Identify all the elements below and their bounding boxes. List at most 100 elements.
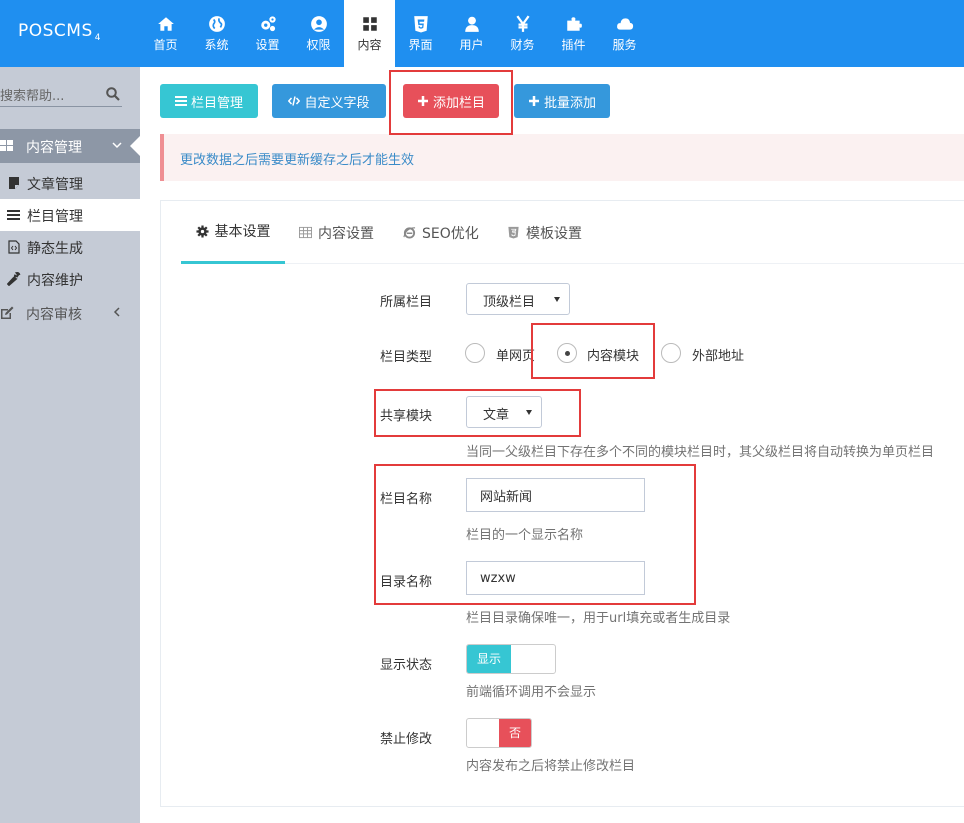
sidebar-item-maintenance[interactable]: 内容维护 (0, 263, 140, 295)
alert-text: 更改数据之后需要更新缓存之后才能生效 (180, 153, 415, 168)
plus-icon (417, 96, 428, 106)
sidebar-item-static[interactable]: 静态生成 (0, 231, 140, 263)
help-search[interactable]: 搜索帮助... (0, 81, 122, 107)
switch-on-label: 显示 (467, 645, 511, 673)
radio-label: 单网页 (496, 349, 536, 364)
radio-label: 外部地址 (692, 349, 745, 364)
wrench-icon (7, 272, 21, 286)
button-label: 栏目管理 (190, 95, 243, 111)
switch-off-label: 否 (499, 719, 531, 747)
directory-name-label: 目录名称 (380, 575, 433, 590)
custom-fields-button[interactable]: 自定义字段 (272, 84, 386, 118)
nav-item-content[interactable]: 内容 (344, 0, 395, 67)
form-tabs: 基本设置 内容设置 SEO优化 模板设置 (181, 201, 964, 264)
display-status-help: 前端循环调用不会显示 (466, 685, 597, 700)
nav-item-home[interactable]: 首页 (140, 0, 191, 67)
tab-label: 内容设置 (318, 225, 374, 242)
shared-module-select[interactable]: 文章 (466, 396, 542, 428)
top-navbar: POSCMS 4 首页 系统 设置 权限 内容 界面 用户 财务 插件 服务 (0, 0, 964, 67)
tab-content[interactable]: 内容设置 (299, 201, 374, 264)
tab-label: SEO优化 (422, 225, 479, 242)
radio-single-page[interactable] (465, 343, 485, 363)
nav-item-permission[interactable]: 权限 (293, 0, 344, 67)
radio-content-module[interactable] (557, 343, 577, 363)
search-placeholder: 搜索帮助... (0, 89, 65, 104)
tab-basic[interactable]: 基本设置 (181, 201, 285, 264)
sidebar-group-review[interactable]: 内容审核 (0, 296, 140, 330)
cogs-icon (260, 16, 276, 32)
lock-column-switch[interactable]: 否 (466, 718, 532, 748)
sidebar-group-label: 内容审核 (26, 307, 82, 323)
tab-template[interactable]: 模板设置 (507, 201, 582, 264)
nav-label: 内容 (357, 38, 382, 52)
add-column-button[interactable]: 添加栏目 (403, 84, 499, 118)
logo-text: POSCMS (18, 21, 93, 41)
display-status-label: 显示状态 (380, 658, 433, 673)
nav-item-interface[interactable]: 界面 (395, 0, 446, 67)
sidebar-group-content[interactable]: 内容管理 (0, 129, 140, 163)
radio-external-url[interactable] (661, 343, 681, 363)
main-nav: 首页 系统 设置 权限 内容 界面 用户 财务 插件 服务 (140, 0, 650, 67)
html5-icon (413, 16, 428, 33)
nav-label: 服务 (612, 38, 637, 52)
code-file-icon (8, 240, 20, 254)
nav-item-finance[interactable]: 财务 (497, 0, 548, 67)
shared-module-label: 共享模块 (380, 409, 433, 424)
code-icon (288, 96, 301, 106)
user-icon (464, 16, 479, 32)
cloud-icon (616, 18, 633, 30)
parent-column-label: 所属栏目 (380, 295, 433, 310)
tab-label: 基本设置 (214, 224, 271, 240)
lock-column-help: 内容发布之后将禁止修改栏目 (466, 759, 636, 774)
nav-item-plugin[interactable]: 插件 (548, 0, 599, 67)
nav-label: 界面 (408, 38, 433, 52)
nav-label: 权限 (306, 38, 331, 52)
sidebar: 搜索帮助... 内容管理 文章管理 栏目管理 静态生成 内容维护 内容审核 (0, 67, 140, 823)
column-manage-button[interactable]: 栏目管理 (160, 84, 258, 118)
column-name-help: 栏目的一个显示名称 (466, 528, 584, 543)
cache-notice: 更改数据之后需要更新缓存之后才能生效 (160, 134, 964, 181)
chevron-left-icon (113, 307, 120, 317)
nav-label: 设置 (255, 38, 280, 52)
grid-icon (362, 17, 377, 31)
sidebar-item-label: 静态生成 (27, 241, 83, 257)
edit-icon (1, 306, 14, 319)
directory-name-help: 栏目目录确保唯一，用于url填充或者生成目录 (466, 611, 731, 626)
nav-item-system[interactable]: 系统 (191, 0, 242, 67)
sidebar-item-label: 内容维护 (27, 273, 83, 289)
button-label: 自定义字段 (304, 95, 370, 111)
column-type-label: 栏目类型 (380, 350, 433, 365)
yen-icon (515, 15, 530, 32)
directory-name-input[interactable] (466, 561, 645, 595)
parent-column-select[interactable]: 顶级栏目 (466, 283, 570, 315)
display-status-switch[interactable]: 显示 (466, 644, 556, 674)
ie-icon (403, 227, 416, 239)
app-logo[interactable]: POSCMS 4 (18, 21, 101, 43)
list-icon (7, 210, 20, 220)
plus-icon (528, 96, 539, 106)
tab-seo[interactable]: SEO优化 (403, 201, 479, 264)
tab-label: 模板设置 (526, 225, 582, 242)
sidebar-item-article[interactable]: 文章管理 (0, 167, 140, 199)
puzzle-icon (566, 17, 582, 31)
globe-icon (208, 16, 225, 32)
nav-label: 系统 (204, 38, 229, 52)
nav-item-user[interactable]: 用户 (446, 0, 497, 67)
lock-column-label: 禁止修改 (380, 732, 433, 747)
sidebar-item-column[interactable]: 栏目管理 (0, 199, 140, 231)
list-icon (174, 96, 187, 106)
logo-version: 4 (94, 33, 101, 43)
nav-item-service[interactable]: 服务 (599, 0, 650, 67)
search-icon[interactable] (106, 87, 120, 101)
nav-label: 财务 (510, 38, 535, 52)
column-name-input[interactable] (466, 478, 645, 512)
button-label: 批量添加 (543, 95, 596, 111)
caret-down-icon (526, 410, 532, 415)
column-name-label: 栏目名称 (380, 492, 433, 507)
active-notch (130, 136, 140, 156)
sidebar-item-label: 文章管理 (27, 177, 83, 193)
nav-item-settings[interactable]: 设置 (242, 0, 293, 67)
batch-add-button[interactable]: 批量添加 (514, 84, 610, 118)
select-value: 顶级栏目 (483, 295, 536, 310)
nav-label: 首页 (153, 38, 178, 52)
